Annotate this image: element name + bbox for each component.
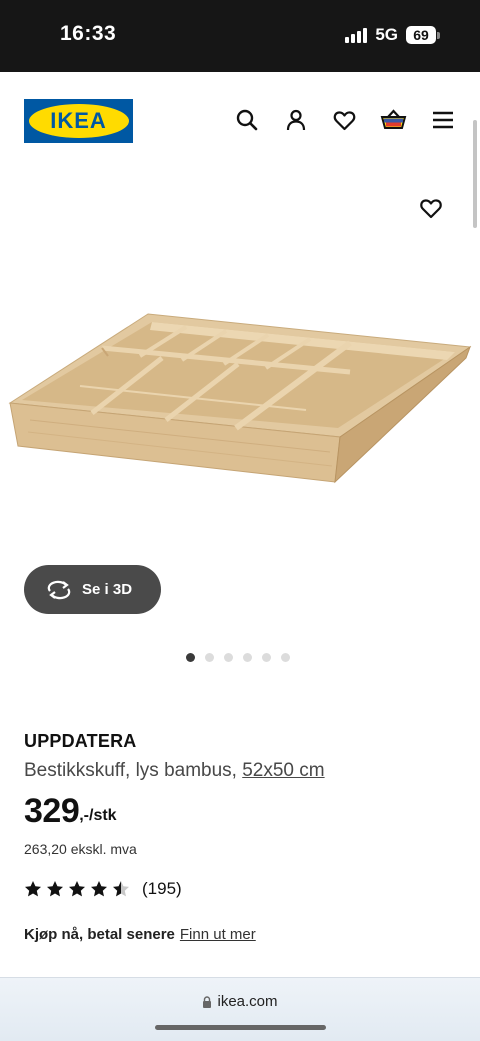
carousel-dot[interactable]: [205, 653, 214, 662]
carousel-dot[interactable]: [281, 653, 290, 662]
site-header: IKEA: [0, 72, 480, 172]
ikea-logo[interactable]: IKEA: [24, 99, 133, 143]
product-name: UPPDATERA: [24, 731, 137, 751]
product-description: Bestikkskuff, lys bambus, 52x50 cm: [24, 760, 325, 782]
page-scrollbar[interactable]: [473, 120, 477, 228]
price: 329 ,-/stk: [24, 792, 117, 831]
status-bar: 16:33 5G 69: [0, 0, 480, 72]
price-unit: ,-/stk: [79, 807, 117, 824]
heart-icon[interactable]: [331, 106, 358, 133]
product-image[interactable]: [0, 300, 480, 500]
star-icon: [69, 881, 85, 897]
carousel-dot[interactable]: [243, 653, 252, 662]
carousel-dot[interactable]: [262, 653, 271, 662]
header-icons: [233, 106, 456, 133]
user-icon[interactable]: [282, 106, 309, 133]
status-indicators: 5G 69: [345, 25, 440, 45]
product-size-link[interactable]: 52x50 cm: [242, 760, 324, 781]
star-icon: [91, 881, 107, 897]
view-3d-label: Se i 3D: [82, 581, 133, 598]
heart-icon: [420, 199, 442, 219]
favourite-button[interactable]: [417, 194, 445, 222]
rating-stars: [24, 880, 130, 898]
status-time: 16:33: [60, 22, 117, 45]
carousel-dot[interactable]: [186, 653, 195, 662]
url-text: ikea.com: [217, 993, 278, 1010]
pay-later-info: Kjøp nå, betal senere Finn ut mer: [24, 926, 256, 943]
lock-icon: [203, 995, 212, 1008]
logo-text: IKEA: [50, 108, 107, 133]
basket-icon[interactable]: [380, 106, 407, 133]
url-bar[interactable]: ikea.com: [0, 993, 480, 1010]
star-icon: [47, 881, 63, 897]
search-icon[interactable]: [233, 106, 260, 133]
network-label: 5G: [375, 25, 398, 44]
signal-icon: [345, 27, 368, 43]
view-3d-button[interactable]: Se i 3D: [24, 565, 161, 614]
home-indicator[interactable]: [155, 1025, 326, 1030]
carousel-dot[interactable]: [224, 653, 233, 662]
star-icon: [25, 881, 41, 897]
price-main: 329: [24, 792, 80, 830]
rotate-3d-icon: [47, 580, 71, 599]
pay-later-text: Kjøp nå, betal senere: [24, 926, 175, 943]
carousel-dots: [186, 653, 290, 662]
product-description-text: Bestikkskuff, lys bambus,: [24, 760, 243, 781]
price-ex-vat: 263,20 ekskl. mva: [24, 841, 137, 857]
battery-level: 69: [406, 26, 436, 44]
menu-icon[interactable]: [429, 106, 456, 133]
rating[interactable]: (195): [24, 879, 182, 899]
pay-later-link[interactable]: Finn ut mer: [180, 926, 256, 943]
battery-icon: 69: [406, 26, 440, 44]
star-icon: [113, 881, 129, 897]
browser-bar: ikea.com: [0, 977, 480, 1041]
review-count: (195): [142, 879, 182, 898]
